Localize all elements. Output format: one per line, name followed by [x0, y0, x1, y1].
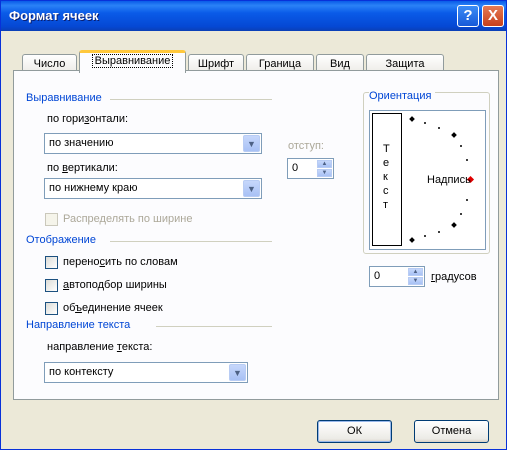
wrap-text-checkbox[interactable] — [45, 256, 58, 269]
text-direction-value: по контексту — [49, 366, 114, 378]
tab-label: Выравнивание — [91, 54, 174, 68]
chevron-down-icon[interactable]: ▼ — [243, 135, 260, 152]
orientation-needle-label: Надпись — [427, 174, 471, 186]
alignment-section-label: Выравнивание — [26, 92, 106, 104]
tab-label: Шрифт — [197, 58, 235, 70]
autofit-label: автоподбор ширины — [63, 279, 167, 291]
tab-label: Защита — [385, 58, 425, 70]
horizontal-label: по горизонтали: — [47, 113, 129, 125]
wrap-text-label: переносить по словам — [63, 256, 178, 268]
vertical-letter: Т — [383, 143, 390, 155]
spin-up-icon[interactable]: ▲ — [408, 268, 423, 276]
horizontal-align-select[interactable]: по значению ▼ — [44, 133, 262, 154]
vertical-label: по вертикали: — [47, 162, 118, 174]
indent-label: отступ: — [288, 140, 324, 152]
chevron-down-icon[interactable]: ▼ — [229, 364, 246, 381]
vertical-letter: с — [383, 185, 389, 197]
dialog-title: Формат ячеек — [9, 8, 99, 23]
autofit-checkbox[interactable] — [45, 279, 58, 292]
tab-label: Вид — [330, 58, 350, 70]
section-divider — [110, 99, 272, 100]
tab-label: Граница — [258, 58, 302, 70]
text-direction-section-label: Направление текста — [26, 319, 135, 331]
horizontal-align-value: по значению — [49, 137, 114, 149]
section-divider — [156, 326, 272, 327]
vertical-letter: т — [383, 199, 389, 211]
vertical-letter: к — [383, 171, 388, 183]
text-direction-label: направление текста: — [47, 341, 153, 353]
close-button[interactable]: X — [482, 5, 504, 27]
spin-down-icon[interactable]: ▼ — [408, 277, 423, 285]
spin-down-icon[interactable]: ▼ — [317, 169, 332, 177]
orientation-section-label: Ориентация — [369, 90, 436, 102]
vertical-letter: е — [383, 157, 390, 169]
degrees-stepper[interactable]: 0 ▲ ▼ — [369, 266, 425, 287]
spin-up-icon[interactable]: ▲ — [317, 160, 332, 168]
display-section-label: Отображение — [26, 234, 100, 246]
distribute-checkbox[interactable] — [45, 213, 58, 226]
degrees-value: 0 — [374, 270, 381, 282]
indent-value: 0 — [292, 162, 299, 174]
title-bar[interactable]: Формат ячеек ? X — [1, 1, 506, 31]
indent-stepper[interactable]: 0 ▲ ▼ — [287, 158, 334, 179]
vertical-align-value: по нижнему краю — [49, 182, 138, 194]
text-direction-select[interactable]: по контексту ▼ — [44, 362, 248, 383]
cancel-button[interactable]: Отмена — [414, 420, 489, 443]
tab-alignment[interactable]: Выравнивание — [79, 50, 186, 73]
merge-cells-label: объединение ячеек — [63, 302, 163, 314]
vertical-align-select[interactable]: по нижнему краю ▼ — [44, 178, 262, 199]
distribute-label: Распределять по ширине — [63, 213, 193, 225]
merge-cells-checkbox[interactable] — [45, 302, 58, 315]
ok-button[interactable]: ОК — [317, 420, 392, 443]
help-button[interactable]: ? — [457, 5, 479, 27]
chevron-down-icon[interactable]: ▼ — [243, 180, 260, 197]
tab-label: Число — [33, 58, 66, 70]
degrees-label: градусов — [431, 271, 477, 283]
section-divider — [110, 241, 272, 242]
